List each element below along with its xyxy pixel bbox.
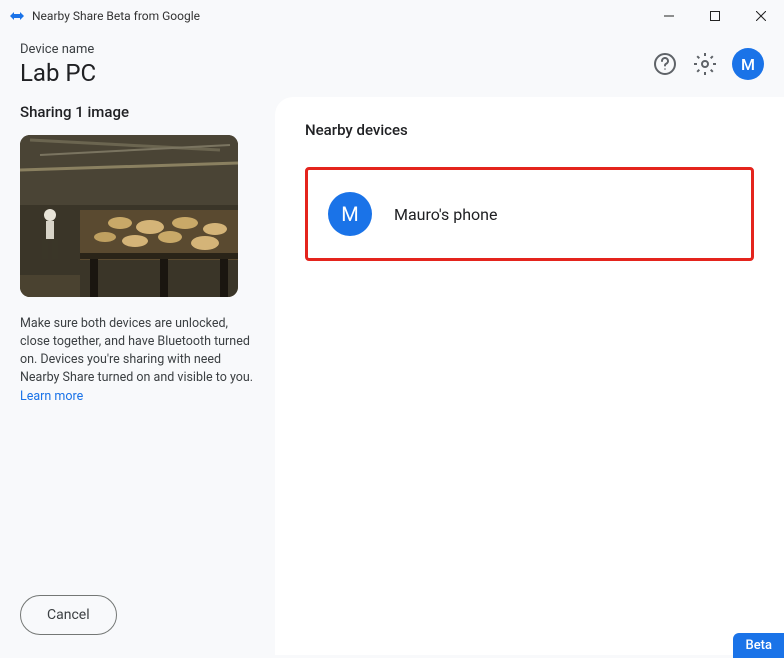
instructions-text: Make sure both devices are unlocked, clo… — [20, 316, 253, 385]
beta-badge: Beta — [733, 633, 784, 658]
device-name: Lab PC — [20, 59, 652, 87]
minimize-button[interactable] — [646, 0, 692, 32]
device-item[interactable]: M Mauro's phone — [305, 167, 754, 261]
device-name-label: Device name — [20, 42, 652, 57]
help-button[interactable] — [652, 51, 678, 77]
header: Device name Lab PC M — [0, 32, 784, 97]
close-button[interactable] — [738, 0, 784, 32]
cancel-button[interactable]: Cancel — [20, 595, 117, 635]
share-panel: Sharing 1 image — [20, 97, 275, 655]
learn-more-link[interactable]: Learn more — [20, 389, 83, 404]
window-title: Nearby Share Beta from Google — [32, 9, 646, 23]
instructions: Make sure both devices are unlocked, clo… — [20, 315, 255, 406]
device-info: Device name Lab PC — [20, 42, 652, 87]
app-icon — [8, 10, 24, 22]
account-avatar[interactable]: M — [732, 48, 764, 80]
nearby-devices-title: Nearby devices — [305, 121, 754, 139]
devices-panel: Nearby devices M Mauro's phone — [275, 97, 784, 655]
maximize-button[interactable] — [692, 0, 738, 32]
content: Sharing 1 image — [0, 97, 784, 655]
titlebar: Nearby Share Beta from Google — [0, 0, 784, 32]
device-avatar: M — [328, 192, 372, 236]
header-actions: M — [652, 42, 764, 80]
device-name-label: Mauro's phone — [394, 205, 497, 224]
settings-button[interactable] — [692, 51, 718, 77]
image-preview — [20, 135, 238, 297]
sharing-title: Sharing 1 image — [20, 103, 255, 121]
